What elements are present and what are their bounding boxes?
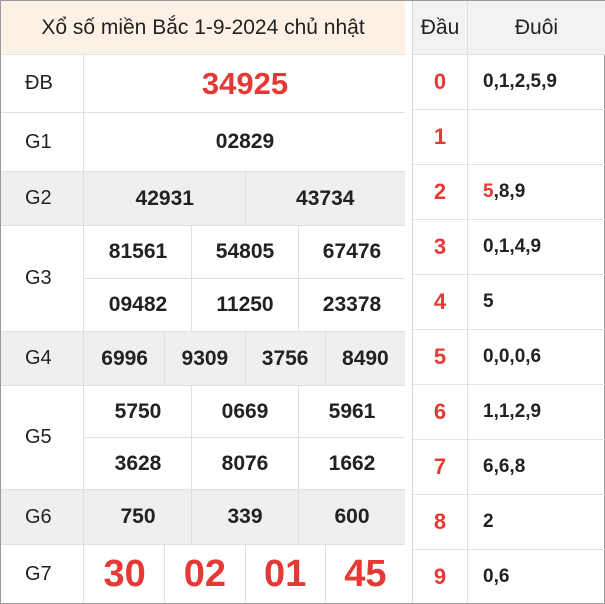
prize-number: 45 bbox=[324, 545, 405, 603]
tail-column-header: Đuôi bbox=[514, 15, 559, 39]
loto-head-digit: 6 bbox=[413, 385, 468, 439]
loto-head-digit: 9 bbox=[413, 550, 468, 603]
loto-tails: 0,6 bbox=[468, 550, 605, 603]
prize-number: 42931 bbox=[135, 186, 194, 210]
loto-row: 0 0,1,2,5,9 bbox=[413, 55, 605, 110]
loto-head-digit: 7 bbox=[413, 440, 468, 494]
prize-number: 30 bbox=[103, 552, 146, 595]
loto-row: 3 0,1,4,9 bbox=[413, 220, 605, 275]
loto-tail-values: 0,1,2,5,9 bbox=[483, 71, 557, 92]
prize-row-g2: G2 42931 43734 bbox=[1, 172, 405, 226]
loto-head-digit: 2 bbox=[413, 165, 468, 219]
prize-number: 09482 bbox=[108, 293, 168, 316]
prize-label: ĐB bbox=[1, 55, 84, 112]
prize-label: G4 bbox=[1, 332, 84, 385]
prize-number: 02 bbox=[164, 545, 244, 603]
loto-head-digit: 1 bbox=[413, 110, 468, 164]
loto-tails: 0,1,4,9 bbox=[468, 220, 605, 274]
loto-tails: 0,1,2,5,9 bbox=[468, 55, 605, 109]
loto-tail-values: 1,1,2,9 bbox=[483, 401, 542, 422]
prize-number: 23378 bbox=[298, 279, 405, 331]
loto-row: 6 1,1,2,9 bbox=[413, 385, 605, 440]
prize-label: G1 bbox=[1, 113, 84, 171]
prize-number: 0669 bbox=[191, 386, 298, 437]
head-column-header: Đầu bbox=[413, 1, 468, 54]
prize-label: G3 bbox=[1, 226, 84, 331]
loto-row: 4 5 bbox=[413, 275, 605, 330]
prize-label: G2 bbox=[1, 172, 84, 225]
prize-number: 9309 bbox=[164, 332, 244, 385]
prize-number: 01 bbox=[244, 545, 325, 603]
loto-table: Đầu Đuôi 0 0,1,2,5,9 1 2 5,8,9 3 0,1,4,9… bbox=[412, 1, 605, 603]
prize-label: G7 bbox=[1, 545, 84, 603]
loto-tail-values: 5 bbox=[483, 291, 494, 312]
loto-tail-values: 0,6 bbox=[483, 565, 510, 587]
loto-head-digit: 5 bbox=[413, 330, 468, 384]
loto-row: 5 0,0,0,6 bbox=[413, 330, 605, 385]
loto-head-digit: 4 bbox=[413, 275, 468, 329]
loto-row: 7 6,6,8 bbox=[413, 440, 605, 495]
prize-number: 600 bbox=[298, 490, 405, 544]
loto-row: 1 bbox=[413, 110, 605, 165]
loto-head-digit: 3 bbox=[413, 220, 468, 274]
prize-row-g3: G3 81561 54805 67476 09482 11250 23378 bbox=[1, 226, 405, 332]
prize-row-g4: G4 6996 9309 3756 8490 bbox=[1, 332, 405, 386]
prize-number: 02829 bbox=[215, 130, 275, 153]
loto-tail-values: 6,6,8 bbox=[483, 456, 526, 477]
prize-number: 43734 bbox=[244, 172, 406, 225]
prize-row-db: ĐB 34925 bbox=[1, 55, 405, 113]
loto-tails: 2 bbox=[468, 495, 605, 549]
prize-number: 81561 bbox=[108, 240, 168, 263]
prize-number: 34925 bbox=[201, 65, 289, 101]
prize-number: 1662 bbox=[298, 438, 405, 489]
page-title: Xổ số miền Bắc 1-9-2024 chủ nhật bbox=[1, 1, 405, 55]
loto-tail-highlight: 5 bbox=[483, 181, 494, 202]
prize-number: 11250 bbox=[191, 279, 298, 331]
loto-tail-values: ,8,9 bbox=[493, 181, 526, 202]
prize-number: 3756 bbox=[244, 332, 325, 385]
prize-number: 8490 bbox=[324, 332, 405, 385]
prize-number: 750 bbox=[120, 505, 156, 528]
prize-label: G5 bbox=[1, 386, 84, 489]
loto-head-digit: 8 bbox=[413, 495, 468, 549]
prize-number: 5961 bbox=[298, 386, 405, 437]
loto-tails: 5,8,9 bbox=[468, 165, 605, 219]
loto-row: 8 2 bbox=[413, 495, 605, 550]
loto-head-digit: 0 bbox=[413, 55, 468, 109]
prize-row-g1: G1 02829 bbox=[1, 113, 405, 172]
loto-tails: 1,1,2,9 bbox=[468, 385, 605, 439]
prize-row-g7: G7 30 02 01 45 bbox=[1, 545, 405, 603]
loto-tail-values: 0,0,0,6 bbox=[483, 346, 542, 367]
prize-number: 5750 bbox=[114, 399, 162, 423]
loto-row: 9 0,6 bbox=[413, 550, 605, 603]
loto-header: Đầu Đuôi bbox=[413, 1, 605, 55]
prize-number: 8076 bbox=[191, 438, 298, 489]
loto-tails: 5 bbox=[468, 275, 605, 329]
prize-table: Xổ số miền Bắc 1-9-2024 chủ nhật ĐB 3492… bbox=[1, 1, 405, 603]
prize-number: 6996 bbox=[101, 346, 148, 370]
loto-tails bbox=[468, 110, 605, 164]
prize-number: 67476 bbox=[298, 226, 405, 278]
lottery-result-card: Xổ số miền Bắc 1-9-2024 chủ nhật ĐB 3492… bbox=[0, 0, 605, 604]
loto-row: 2 5,8,9 bbox=[413, 165, 605, 220]
prize-row-g5: G5 5750 0669 5961 3628 8076 1662 bbox=[1, 386, 405, 490]
loto-tail-values: 0,1,4,9 bbox=[483, 236, 542, 257]
prize-number: 339 bbox=[191, 490, 298, 544]
loto-tails: 6,6,8 bbox=[468, 440, 605, 494]
loto-tail-values: 2 bbox=[483, 511, 494, 532]
prize-row-g6: G6 750 339 600 bbox=[1, 490, 405, 545]
prize-number: 3628 bbox=[114, 451, 162, 475]
loto-tails: 0,0,0,6 bbox=[468, 330, 605, 384]
prize-number: 54805 bbox=[191, 226, 298, 278]
prize-label: G6 bbox=[1, 490, 84, 544]
